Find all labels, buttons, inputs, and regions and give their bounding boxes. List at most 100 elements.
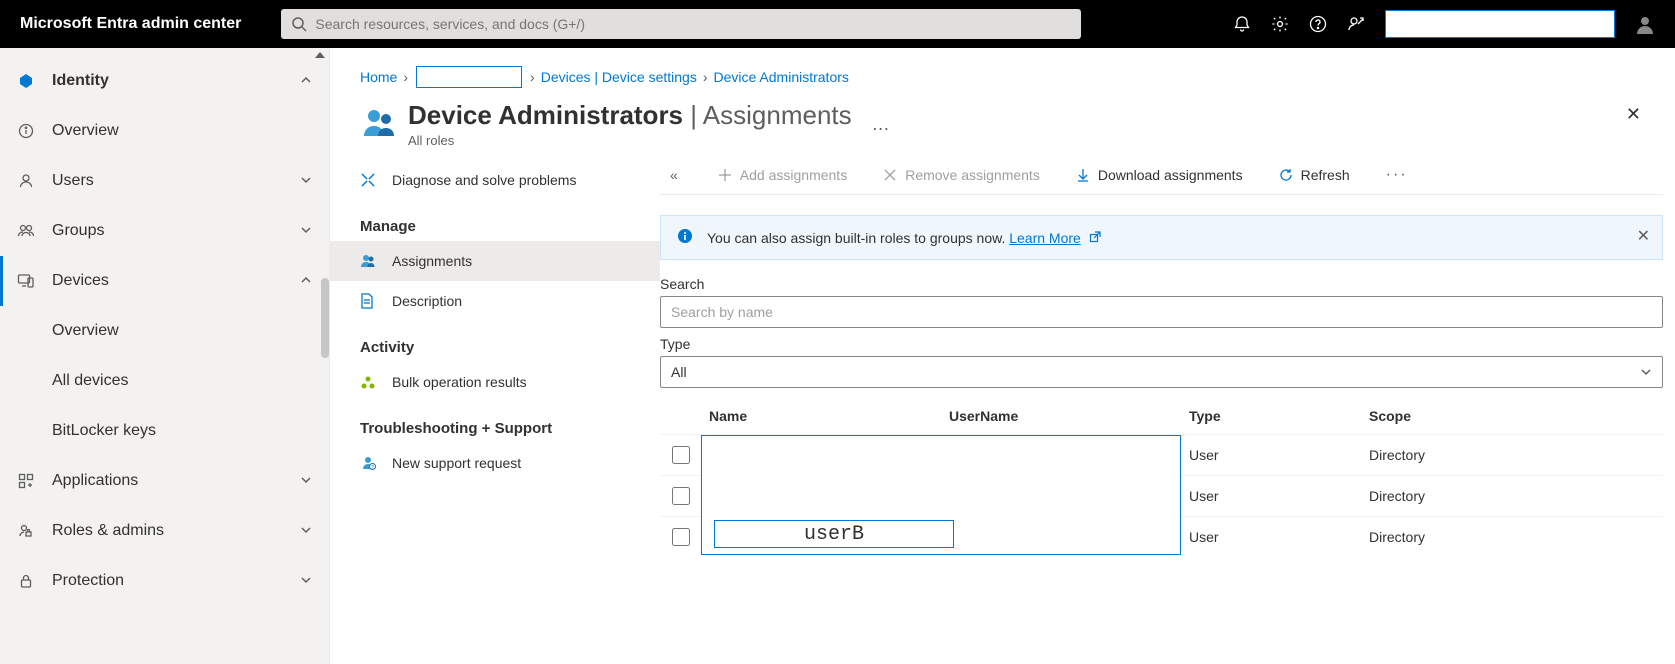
download-assignments-button[interactable]: Download assignments <box>1070 166 1249 184</box>
identity-icon <box>16 71 36 91</box>
subnav-section-troubleshoot: Troubleshooting + Support <box>330 402 660 443</box>
row-scope: Directory <box>1361 435 1663 476</box>
collapse-subnav-icon[interactable]: « <box>660 167 688 183</box>
toolbar-more-icon[interactable]: ··· <box>1380 166 1414 184</box>
nav-overview[interactable]: Overview <box>0 106 329 156</box>
feedback-icon[interactable] <box>1347 15 1365 33</box>
page-header: Device Administrators | Assignments All … <box>330 94 1675 160</box>
search-icon <box>291 16 307 32</box>
info-banner-text: You can also assign built-in roles to gr… <box>707 230 1009 246</box>
topbar: Microsoft Entra admin center <box>0 0 1675 48</box>
nav-users[interactable]: Users <box>0 156 329 206</box>
crumb-home[interactable]: Home <box>360 69 397 85</box>
page-title-strong: Device Administrators <box>408 100 683 130</box>
row-type: User <box>1181 476 1361 517</box>
col-username[interactable]: UserName <box>941 398 1181 435</box>
notifications-icon[interactable] <box>1233 15 1251 33</box>
download-icon <box>1076 168 1090 182</box>
chevron-down-icon <box>299 223 313 240</box>
row-name: userB <box>804 523 864 546</box>
chevron-down-icon <box>299 473 313 490</box>
nav-devices[interactable]: Devices <box>0 256 329 306</box>
close-icon[interactable]: ✕ <box>1622 100 1645 129</box>
crumb-sep: › <box>403 69 408 85</box>
help-icon[interactable] <box>1309 15 1327 33</box>
assignments-table: Name UserName Type Scope <box>660 398 1663 557</box>
row-checkbox[interactable] <box>672 528 690 546</box>
row-scope: Directory <box>1361 476 1663 517</box>
subnav-description[interactable]: Description <box>330 281 660 321</box>
nav-applications[interactable]: Applications <box>0 456 329 506</box>
banner-close-icon[interactable]: ✕ <box>1637 226 1650 246</box>
search-label: Search <box>660 276 1663 292</box>
page-title-light: | Assignments <box>683 100 852 130</box>
chevron-down-icon <box>299 573 313 590</box>
plus-icon <box>718 168 732 182</box>
subnav-section-manage: Manage <box>330 200 660 241</box>
row-type: User <box>1181 435 1361 476</box>
add-assignments-label: Add assignments <box>740 167 847 183</box>
diagnose-icon <box>360 172 378 188</box>
col-scope[interactable]: Scope <box>1361 398 1663 435</box>
row-checkbox[interactable] <box>672 487 690 505</box>
nav-devices-bitlocker[interactable]: BitLocker keys <box>0 406 329 456</box>
groups-icon <box>16 221 36 241</box>
nav-roles-label: Roles & admins <box>52 522 299 540</box>
user-icon <box>16 171 36 191</box>
info-icon <box>677 228 693 247</box>
download-assignments-label: Download assignments <box>1098 167 1243 183</box>
nav-devices-label: Devices <box>52 272 299 290</box>
subnav-description-label: Description <box>392 293 462 309</box>
col-type[interactable]: Type <box>1181 398 1361 435</box>
nav-identity[interactable]: Identity <box>0 56 329 106</box>
refresh-icon <box>1279 168 1293 182</box>
global-search[interactable] <box>281 9 1081 39</box>
nav-devices-overview[interactable]: Overview <box>0 306 329 356</box>
external-link-icon <box>1085 230 1101 246</box>
nav-protection[interactable]: Protection <box>0 556 329 606</box>
chevron-up-icon <box>299 73 313 90</box>
table-row[interactable]: userB User Directory <box>660 435 1663 476</box>
avatar-icon[interactable] <box>1635 14 1655 34</box>
subnav-diagnose[interactable]: Diagnose and solve problems <box>330 160 660 200</box>
chevron-down-icon <box>299 523 313 540</box>
row-scope: Directory <box>1361 517 1663 558</box>
crumb-devices[interactable]: Devices | Device settings <box>541 69 697 85</box>
breadcrumb: Home › › Devices | Device settings › Dev… <box>330 48 1675 94</box>
crumb-tenant-box[interactable] <box>416 66 522 88</box>
row-type: User <box>1181 517 1361 558</box>
nav-identity-label: Identity <box>52 72 299 90</box>
nav-roles[interactable]: Roles & admins <box>0 506 329 556</box>
account-box[interactable] <box>1385 10 1615 38</box>
row-checkbox[interactable] <box>672 446 690 464</box>
blade-subnav: Diagnose and solve problems Manage Assig… <box>330 160 660 664</box>
remove-assignments-button[interactable]: Remove assignments <box>877 166 1046 184</box>
subnav-assignments[interactable]: Assignments <box>330 241 660 281</box>
crumb-current[interactable]: Device Administrators <box>714 69 849 85</box>
nav-overview-label: Overview <box>52 122 313 140</box>
detail-panel: « Add assignments Remove assignments Dow… <box>660 160 1675 664</box>
chevron-down-icon <box>299 173 313 190</box>
search-input[interactable] <box>660 296 1663 328</box>
refresh-label: Refresh <box>1301 167 1350 183</box>
applications-icon <box>16 471 36 491</box>
roles-icon <box>16 521 36 541</box>
nav-groups[interactable]: Groups <box>0 206 329 256</box>
type-filter-select[interactable]: All <box>660 356 1663 388</box>
support-icon: ? <box>360 455 378 471</box>
col-name[interactable]: Name <box>701 398 941 435</box>
bulk-icon <box>360 374 378 390</box>
settings-icon[interactable] <box>1271 15 1289 33</box>
scrollbar-thumb[interactable] <box>321 278 329 358</box>
info-banner-link[interactable]: Learn More <box>1009 230 1081 246</box>
subnav-bulk[interactable]: Bulk operation results <box>330 362 660 402</box>
add-assignments-button[interactable]: Add assignments <box>712 166 853 184</box>
header-more-icon[interactable]: … <box>872 114 891 135</box>
brand-title: Microsoft Entra admin center <box>20 15 241 33</box>
global-search-input[interactable] <box>313 15 1071 33</box>
subnav-support[interactable]: ? New support request <box>330 443 660 483</box>
lock-icon <box>16 571 36 591</box>
refresh-button[interactable]: Refresh <box>1273 166 1356 184</box>
nav-devices-all[interactable]: All devices <box>0 356 329 406</box>
subnav-section-activity: Activity <box>330 321 660 362</box>
